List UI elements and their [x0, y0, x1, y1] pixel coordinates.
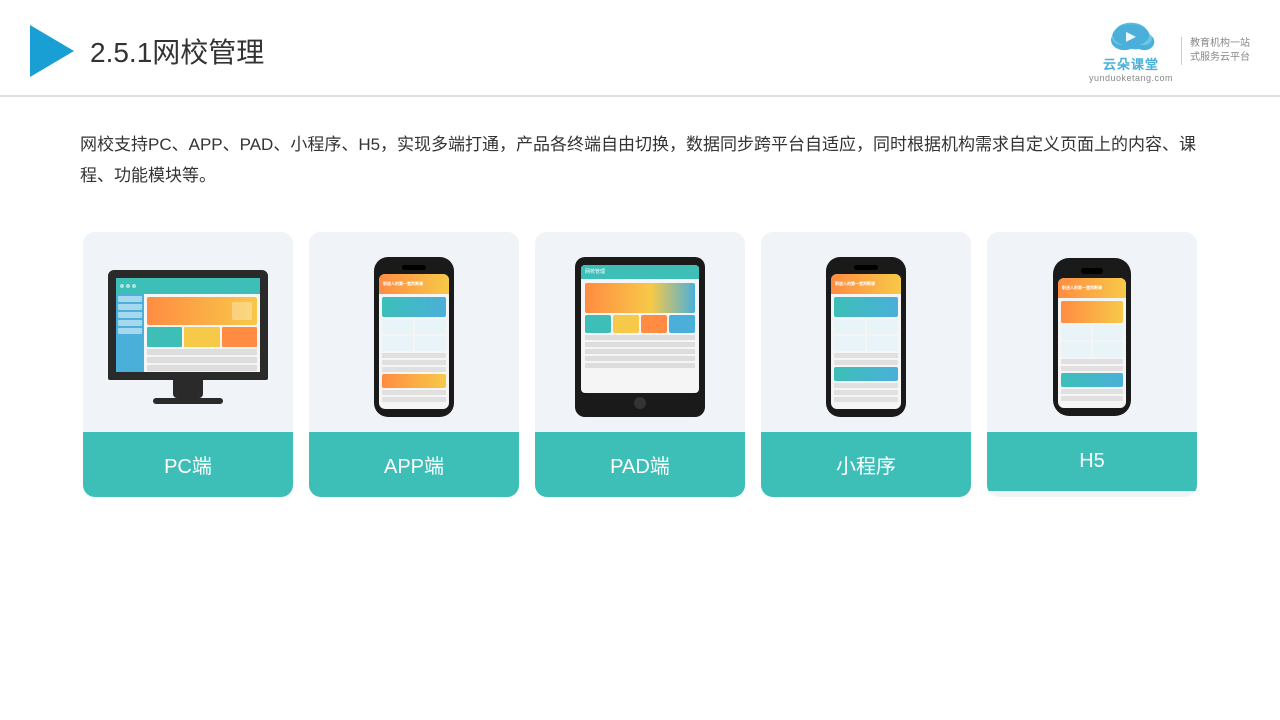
page-header: 2.5.1网校管理 云朵课堂 yunduoketang.com 教育机构: [0, 0, 1280, 97]
pc-monitor: [108, 270, 268, 404]
play-icon: [30, 25, 74, 77]
header-left: 2.5.1网校管理: [30, 25, 264, 77]
card-miniprogram-image: 职进人的第一堂判断课: [761, 232, 971, 432]
card-app: 职进人的第一堂判断课: [309, 232, 519, 497]
cards-section: PC端 职进人的第一堂判断课: [0, 212, 1280, 527]
phone-mini-mockup: 职进人的第一堂判断课: [826, 257, 906, 417]
phone-h5-mockup: 职进人的第一堂判断课: [1053, 258, 1131, 416]
phone-app-mockup: 职进人的第一堂判断课: [374, 257, 454, 417]
tablet-mockup: 网校管理: [575, 257, 705, 417]
card-h5-image: 职进人的第一堂判断课: [987, 232, 1197, 432]
card-app-label: APP端: [309, 432, 519, 497]
logo-text-sub: yunduoketang.com: [1089, 73, 1173, 83]
card-miniprogram-label: 小程序: [761, 432, 971, 497]
logo-icon: [1106, 18, 1156, 54]
card-pc-label: PC端: [83, 432, 293, 497]
page-title: 2.5.1网校管理: [90, 31, 264, 71]
logo-area: 云朵课堂 yunduoketang.com 教育机构一站 式服务云平台: [1089, 18, 1250, 83]
logo-tagline: 教育机构一站 式服务云平台: [1181, 37, 1250, 65]
monitor-screen: [108, 270, 268, 380]
description-text: 网校支持PC、APP、PAD、小程序、H5，实现多端打通，产品各终端自由切换，数…: [0, 97, 1280, 212]
card-pad: 网校管理: [535, 232, 745, 497]
logo-text-main: 云朵课堂: [1103, 54, 1159, 73]
card-pad-image: 网校管理: [535, 232, 745, 432]
card-pc-image: [83, 232, 293, 432]
card-miniprogram: 职进人的第一堂判断课: [761, 232, 971, 497]
card-pc: PC端: [83, 232, 293, 497]
card-h5-label: H5: [987, 432, 1197, 491]
logo-cloud: 云朵课堂 yunduoketang.com: [1089, 18, 1173, 83]
card-app-image: 职进人的第一堂判断课: [309, 232, 519, 432]
card-h5: 职进人的第一堂判断课: [987, 232, 1197, 497]
card-pad-label: PAD端: [535, 432, 745, 497]
